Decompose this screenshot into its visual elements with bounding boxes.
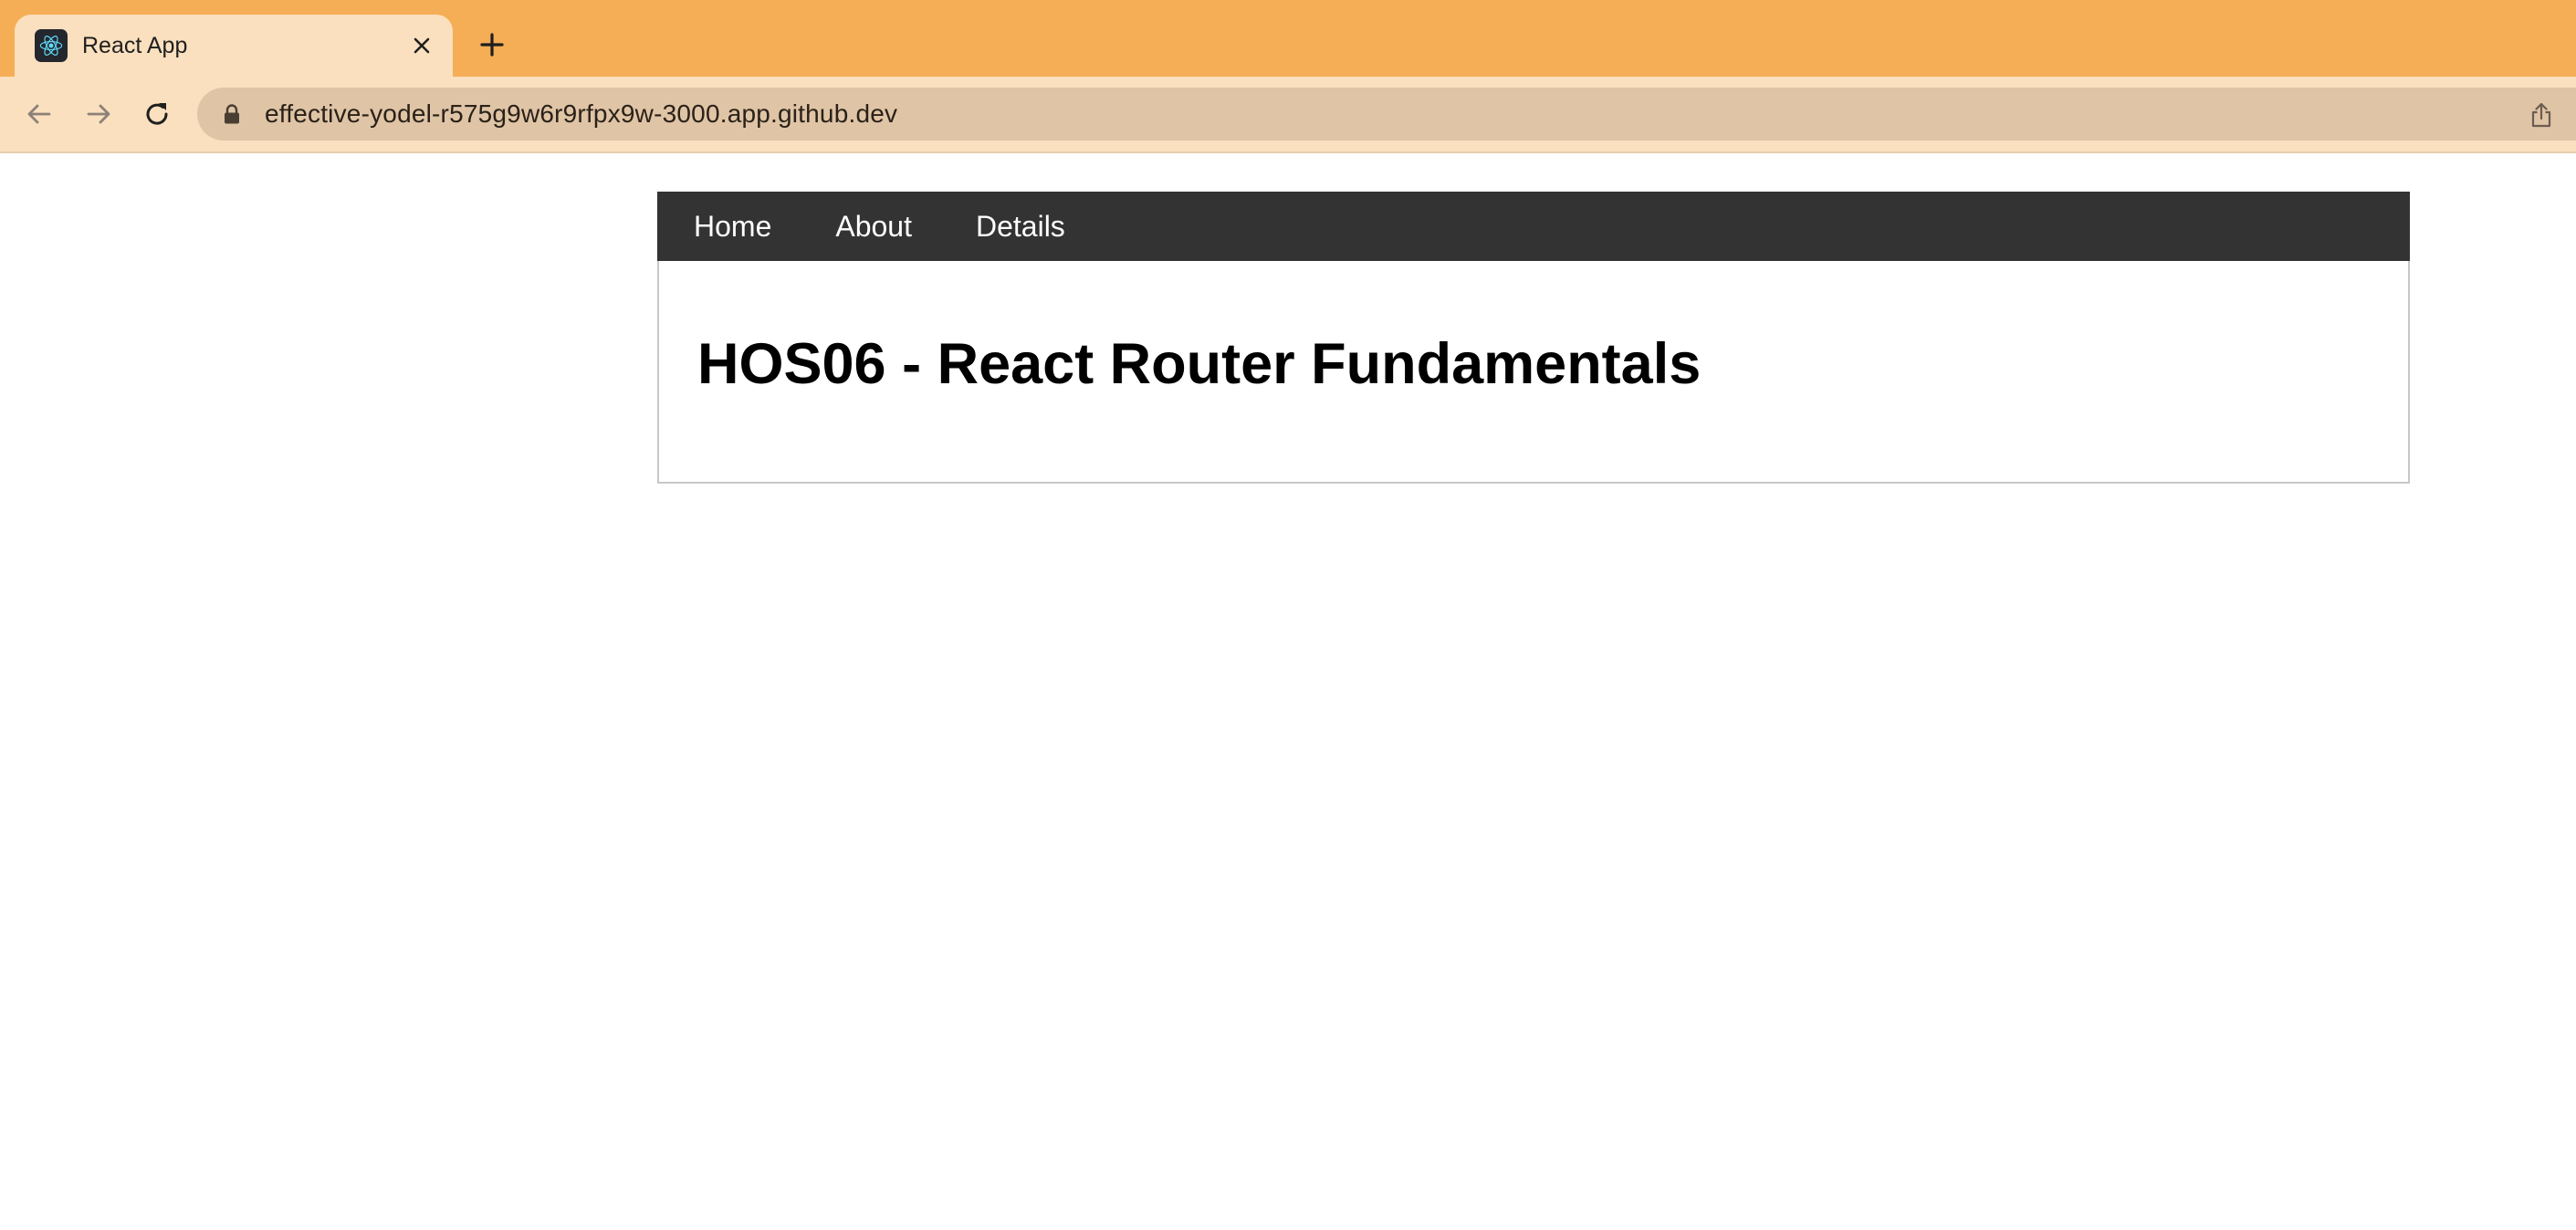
close-icon[interactable] [403, 27, 440, 64]
topnav: Home About Details [657, 192, 2410, 261]
tab-title: React App [82, 32, 188, 58]
address-bar[interactable]: effective-yodel-r575g9w6r9rfpx9w-3000.ap… [197, 88, 2576, 141]
app-container: Home About Details HOS06 - React Router … [657, 192, 2410, 484]
nav-link-home[interactable]: Home [694, 210, 771, 244]
plus-icon[interactable] [471, 24, 513, 66]
page-title: HOS06 - React Router Fundamentals [697, 332, 1702, 396]
browser-tabstrip: React App [0, 0, 2576, 77]
share-icon[interactable] [2525, 99, 2558, 131]
url-text[interactable]: effective-yodel-r575g9w6r9rfpx9w-3000.ap… [265, 99, 897, 129]
nav-link-about[interactable]: About [835, 210, 912, 244]
reload-icon[interactable] [136, 93, 178, 135]
arrow-left-icon[interactable] [18, 93, 60, 135]
browser-tab-active[interactable]: React App [15, 15, 453, 77]
content-panel: HOS06 - React Router Fundamentals [657, 261, 2410, 484]
lock-icon[interactable] [223, 104, 241, 124]
nav-link-details[interactable]: Details [976, 210, 1065, 244]
toolbar-divider [0, 151, 2576, 153]
react-logo-icon [35, 29, 68, 62]
arrow-right-icon[interactable] [78, 93, 120, 135]
